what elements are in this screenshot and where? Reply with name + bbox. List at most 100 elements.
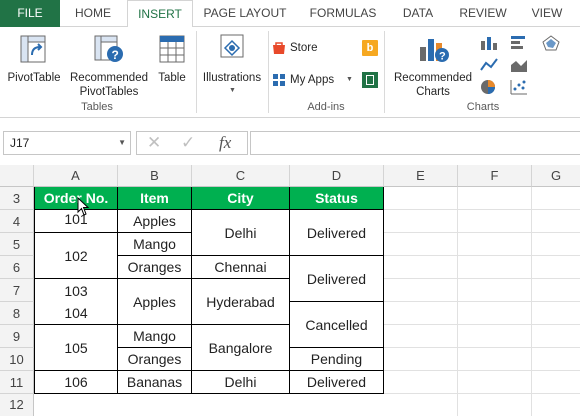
name-box-dropdown-icon[interactable]: ▼ <box>118 132 126 154</box>
item-value: Oranges <box>127 259 182 275</box>
header-status[interactable]: Status <box>290 187 384 210</box>
column-header-a[interactable]: A <box>34 165 118 187</box>
people-graph-icon[interactable] <box>362 72 378 88</box>
order-no-cell[interactable]: 103 <box>34 279 118 302</box>
order-no-cell[interactable]: 106 <box>34 371 118 394</box>
order-no-cell[interactable]: 101 <box>34 210 118 233</box>
formula-input[interactable] <box>250 131 580 155</box>
item-value: Bananas <box>126 374 183 390</box>
name-box-value: J17 <box>10 136 30 150</box>
order-no-cell[interactable]: 105 <box>34 325 118 371</box>
item-value: Mango <box>133 328 176 344</box>
line-chart-button[interactable] <box>480 57 506 75</box>
my-apps-label: My Apps <box>290 74 335 86</box>
header-city[interactable]: City <box>192 187 290 210</box>
column-header-c[interactable]: C <box>192 165 290 187</box>
order-no-value: 104 <box>64 305 88 321</box>
city-cell[interactable]: Delhi <box>192 210 290 256</box>
line-chart-icon <box>480 58 498 71</box>
column-header-e[interactable]: E <box>384 165 458 187</box>
svg-text:?: ? <box>112 48 119 62</box>
order-no-value: 102 <box>64 247 88 264</box>
row-header-12[interactable]: 12 <box>0 394 34 416</box>
status-cell[interactable]: Cancelled <box>290 302 384 348</box>
item-cell[interactable]: Bananas <box>118 371 192 394</box>
row-header-3[interactable]: 3 <box>0 187 34 210</box>
pivottable-button[interactable]: PivotTable <box>2 29 66 99</box>
pie-chart-button[interactable] <box>480 79 506 97</box>
bar-chart-icon <box>511 36 525 49</box>
column-header-b[interactable]: B <box>118 165 192 187</box>
ribbon-separator <box>196 31 197 113</box>
city-cell[interactable]: Bangalore <box>192 325 290 371</box>
area-chart-button[interactable] <box>510 57 536 75</box>
bing-icon[interactable]: b <box>362 40 378 56</box>
pivottable-label: PivotTable <box>7 72 61 84</box>
recommended-pivottables-button[interactable]: ? Recommended PivotTables <box>68 29 150 99</box>
order-no-cell[interactable]: 102 <box>34 233 118 279</box>
row-header-7[interactable]: 7 <box>0 279 34 302</box>
store-label: Store <box>290 42 318 54</box>
column-header-f[interactable]: F <box>458 165 532 187</box>
row-header-10[interactable]: 10 <box>0 348 34 371</box>
area-chart-icon <box>511 60 527 72</box>
insert-function-button[interactable]: fx <box>219 133 231 153</box>
illustrations-icon <box>220 34 244 58</box>
recommended-charts-label-line2: Charts <box>416 86 450 98</box>
cancel-icon[interactable]: ✕ <box>147 133 161 153</box>
status-cell[interactable]: Pending <box>290 348 384 371</box>
item-cell[interactable]: Mango <box>118 233 192 256</box>
column-chart-button[interactable] <box>480 35 506 53</box>
header-order-no[interactable]: Order No. <box>34 187 118 210</box>
row-header-4[interactable]: 4 <box>0 210 34 233</box>
illustrations-dropdown-icon: ▼ <box>229 87 236 94</box>
item-cell[interactable]: Oranges <box>118 256 192 279</box>
column-header-d[interactable]: D <box>290 165 384 187</box>
bar-chart-button[interactable] <box>510 35 536 53</box>
tab-view[interactable]: VIEW <box>524 0 570 27</box>
item-cell[interactable]: Mango <box>118 325 192 348</box>
tab-formulas[interactable]: FORMULAS <box>300 0 386 27</box>
row-header-8[interactable]: 8 <box>0 302 34 325</box>
city-value: Chennai <box>214 259 267 275</box>
tab-home[interactable]: HOME <box>62 0 124 27</box>
item-cell[interactable]: Apples <box>118 279 192 325</box>
my-apps-button[interactable]: My Apps ▼ <box>272 71 372 89</box>
city-cell[interactable]: Chennai <box>192 256 290 279</box>
tab-file[interactable]: FILE <box>0 0 60 27</box>
store-button[interactable]: Store <box>272 39 362 57</box>
order-no-cell[interactable]: 104 <box>34 302 118 325</box>
my-apps-dropdown-icon: ▼ <box>346 76 353 83</box>
tab-insert[interactable]: INSERT <box>127 0 193 28</box>
tab-review[interactable]: REVIEW <box>452 0 514 27</box>
row-header-6[interactable]: 6 <box>0 256 34 279</box>
city-cell[interactable]: Delhi <box>192 371 290 394</box>
status-cell[interactable]: Delivered <box>290 256 384 302</box>
tab-data[interactable]: DATA <box>392 0 444 27</box>
tab-page-layout[interactable]: PAGE LAYOUT <box>196 0 294 27</box>
status-cell[interactable]: Delivered <box>290 371 384 394</box>
header-item[interactable]: Item <box>118 187 192 210</box>
recommended-charts-button[interactable]: ? Recommended Charts <box>388 29 478 99</box>
item-value: Apples <box>133 213 176 229</box>
row-header-11[interactable]: 11 <box>0 371 34 394</box>
row-header-9[interactable]: 9 <box>0 325 34 348</box>
tables-group-label: Tables <box>81 101 113 113</box>
item-cell[interactable]: Apples <box>118 210 192 233</box>
select-all-corner[interactable] <box>0 165 34 187</box>
status-value: Pending <box>310 351 363 367</box>
name-box[interactable]: J17 ▼ <box>3 131 131 155</box>
status-cell[interactable]: Delivered <box>290 210 384 256</box>
illustrations-button[interactable]: Illustrations ▼ <box>199 29 265 99</box>
item-cell[interactable]: Oranges <box>118 348 192 371</box>
column-header-g[interactable]: G <box>532 165 580 187</box>
svg-text:?: ? <box>439 51 446 63</box>
row-header-5[interactable]: 5 <box>0 233 34 256</box>
pie-chart-icon <box>481 80 495 94</box>
enter-icon[interactable]: ✓ <box>181 133 195 153</box>
status-value: Delivered <box>306 270 367 287</box>
scatter-chart-button[interactable] <box>510 79 536 97</box>
city-cell[interactable]: Hyderabad <box>192 279 290 325</box>
radar-chart-button[interactable] <box>542 35 568 53</box>
table-button[interactable]: Table <box>152 29 192 99</box>
